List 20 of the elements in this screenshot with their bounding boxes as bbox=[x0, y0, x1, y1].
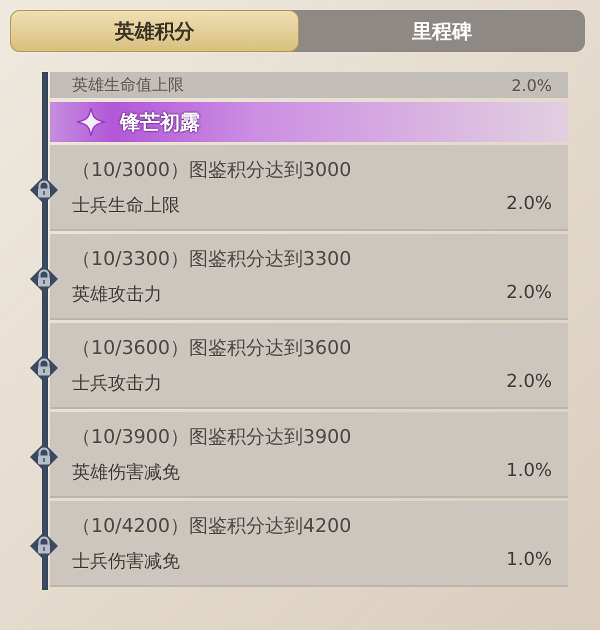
reward-name: 士兵攻击力 bbox=[72, 372, 162, 395]
tab[interactable]: 英雄积分 bbox=[10, 10, 298, 52]
section-title: 锋芒初露 bbox=[120, 108, 200, 136]
reward-name: 士兵伤害减免 bbox=[72, 550, 180, 573]
reward-name: 英雄伤害减免 bbox=[72, 461, 180, 484]
reward-name: 英雄攻击力 bbox=[72, 283, 162, 306]
milestone-condition: （10/4200）图鉴积分达到4200 bbox=[72, 514, 352, 539]
milestone-condition: （10/3900）图鉴积分达到3900 bbox=[72, 425, 352, 450]
reward-value: 1.0% bbox=[506, 460, 552, 483]
milestone-condition: （10/3000）图鉴积分达到3000 bbox=[72, 158, 352, 183]
reward-value: 2.0% bbox=[511, 76, 552, 94]
milestone-condition: （10/3300）图鉴积分达到3300 bbox=[72, 247, 352, 272]
milestone-condition: （10/3600）图鉴积分达到3600 bbox=[72, 336, 352, 361]
reward-value: 2.0% bbox=[506, 193, 552, 216]
reward-name: 士兵生命上限 bbox=[72, 194, 180, 217]
sparkle-icon bbox=[76, 107, 106, 137]
reward-name: 英雄生命值上限 bbox=[72, 74, 184, 96]
reward-value: 2.0% bbox=[506, 371, 552, 394]
reward-value: 2.0% bbox=[506, 282, 552, 305]
reward-value: 1.0% bbox=[506, 549, 552, 572]
